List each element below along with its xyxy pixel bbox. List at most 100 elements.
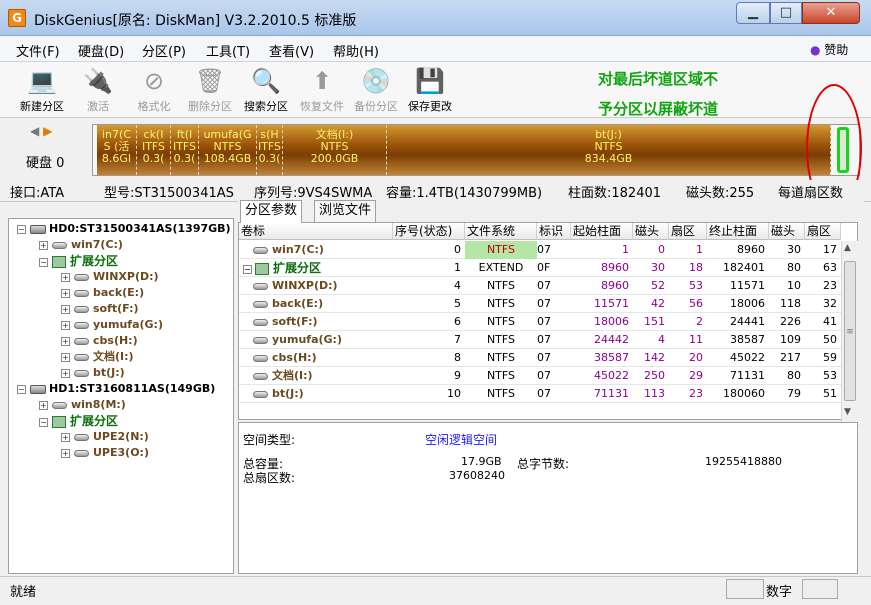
expand-icon[interactable]: +: [61, 369, 70, 378]
col-header-label[interactable]: 卷标: [239, 223, 393, 240]
disk-segment-c[interactable]: in7(C S (活 8.6GI: [97, 125, 137, 175]
table-vertical-scrollbar[interactable]: ▲ ≡ ▼: [841, 241, 858, 423]
col-header-fs[interactable]: 文件系统: [465, 223, 537, 240]
tree-item-docs[interactable]: + 文档(I:): [61, 349, 134, 365]
table-row[interactable]: WINXP(D:) 4 NTFS 07 8960 52 53 11571 10 23: [239, 277, 841, 295]
disk-segment-e[interactable]: ck(I ITFS 0.3(: [137, 125, 171, 175]
table-row[interactable]: bt(J:) 10 NTFS 07 71131 113 23 180060 79 51: [239, 385, 841, 403]
menu-file[interactable]: 文件(F): [16, 41, 60, 60]
tree-item-label: soft(F:): [93, 302, 139, 315]
tree-item-win7[interactable]: + win7(C:): [39, 237, 123, 253]
tree-item-extended-1[interactable]: − 扩展分区: [39, 413, 118, 429]
expand-icon[interactable]: +: [61, 289, 70, 298]
extended-partition-icon: [255, 263, 269, 275]
tree-item-back[interactable]: + back(E:): [61, 285, 144, 301]
expand-icon[interactable]: +: [61, 305, 70, 314]
tree-item-hd1[interactable]: − HD1:ST3160811AS(149GB): [17, 381, 215, 397]
table-row[interactable]: yumufa(G:) 7 NTFS 07 24442 4 11 38587 109 50: [239, 331, 841, 349]
expand-icon[interactable]: +: [61, 449, 70, 458]
table-row[interactable]: 文档(I:) 9 NTFS 07 45022 250 29 71131 80 53: [239, 367, 841, 385]
table-cell: 11: [689, 333, 703, 346]
tree-item-upe2[interactable]: + UPE2(N:): [61, 429, 149, 445]
table-row[interactable]: back(E:) 5 NTFS 07 11571 42 56 18006 118 32: [239, 295, 841, 313]
col-header-end-head[interactable]: 磁头: [769, 223, 805, 240]
next-disk-icon[interactable]: ▶: [43, 124, 52, 138]
row-label-text: bt(J:): [272, 387, 304, 400]
scroll-down-icon[interactable]: ▼: [844, 407, 851, 417]
backup-partition-button[interactable]: 💿 备份分区: [346, 62, 406, 118]
disk-segment-f[interactable]: ft(I ITFS 0.3(: [171, 125, 199, 175]
prev-disk-icon[interactable]: ◀: [30, 124, 39, 138]
sponsor-link[interactable]: ● 赞助: [810, 41, 848, 58]
tab-partition-params[interactable]: 分区参数: [240, 200, 303, 223]
tree-item-cbs[interactable]: + cbs(H:): [61, 333, 138, 349]
partition-table[interactable]: 卷标 序号(状态) 文件系统 标识 起始柱面 磁头 扇区 终止柱面 磁头 扇区 …: [238, 222, 859, 440]
minimize-button[interactable]: ▁: [736, 2, 770, 24]
col-header-end-sector[interactable]: 扇区: [805, 223, 841, 240]
scroll-up-icon[interactable]: ▲: [844, 243, 851, 253]
collapse-icon[interactable]: −: [243, 265, 252, 274]
window-title: DiskGenius[原名: DiskMan] V3.2.2010.5 标准版: [34, 13, 357, 29]
expand-icon[interactable]: +: [61, 353, 70, 362]
table-cell: 217: [780, 351, 801, 364]
disk-nav-arrows[interactable]: ◀ ▶: [30, 124, 52, 138]
table-cell: NTFS: [486, 387, 516, 400]
disk-tree-panel[interactable]: − HD0:ST31500341AS(1397GB) + win7(C:) − 扩展分…: [8, 218, 234, 574]
tree-item-soft[interactable]: + soft(F:): [61, 301, 139, 317]
expand-icon[interactable]: +: [39, 401, 48, 410]
tree-item-win8[interactable]: + win8(M:): [39, 397, 126, 413]
col-header-start-sector[interactable]: 扇区: [669, 223, 707, 240]
table-row[interactable]: soft(F:) 6 NTFS 07 18006 151 2 24441 226 41: [239, 313, 841, 331]
table-row[interactable]: cbs(H:) 8 NTFS 07 38587 142 20 45022 217 59: [239, 349, 841, 367]
collapse-icon[interactable]: −: [39, 418, 48, 427]
col-header-end-cyl[interactable]: 终止柱面: [707, 223, 769, 240]
col-header-start-cyl[interactable]: 起始柱面: [571, 223, 633, 240]
tree-item-upe3[interactable]: + UPE3(O:): [61, 445, 149, 461]
expand-icon[interactable]: +: [61, 337, 70, 346]
tree-item-yumufa[interactable]: + yumufa(G:): [61, 317, 163, 333]
table-cell: 51: [823, 387, 837, 400]
col-header-id[interactable]: 标识: [537, 223, 571, 240]
tree-item-bt[interactable]: + bt(J:): [61, 365, 125, 381]
maximize-button[interactable]: □: [770, 2, 802, 24]
col-header-start-head[interactable]: 磁头: [633, 223, 669, 240]
col-header-index[interactable]: 序号(状态): [393, 223, 465, 240]
activate-button[interactable]: 🔌 激活: [68, 62, 128, 118]
tree-item-extended-0[interactable]: − 扩展分区: [39, 253, 118, 269]
disk-segment-g[interactable]: umufa(G NTFS 108.4GB: [199, 125, 257, 175]
disk-segment-i[interactable]: 文档(I:) NTFS 200.0GB: [283, 125, 387, 175]
search-partition-button[interactable]: 🔍 搜索分区: [236, 62, 296, 118]
menu-help[interactable]: 帮助(H): [333, 41, 379, 60]
table-cell: 11571: [594, 297, 629, 310]
tab-browse-files[interactable]: 浏览文件: [314, 200, 377, 222]
collapse-icon[interactable]: −: [17, 385, 26, 394]
close-button[interactable]: ✕: [802, 2, 860, 24]
menu-view[interactable]: 查看(V): [269, 41, 314, 60]
total-sectors-value: 37608240: [449, 469, 505, 482]
expand-icon[interactable]: +: [39, 241, 48, 250]
recover-files-button[interactable]: ⬆ 恢复文件: [292, 62, 352, 118]
expand-icon[interactable]: +: [61, 433, 70, 442]
menu-tools[interactable]: 工具(T): [206, 41, 250, 60]
disk-partition-map[interactable]: in7(C S (活 8.6GI ck(I ITFS 0.3( ft(I ITF…: [92, 124, 860, 176]
delete-partition-button[interactable]: 🗑 删除分区: [180, 62, 240, 118]
tree-item-winxp[interactable]: + WINXP(D:): [61, 269, 159, 285]
tree-item-hd0[interactable]: − HD0:ST31500341AS(1397GB): [17, 221, 231, 237]
table-cell: 18006: [594, 315, 629, 328]
disk-segment-h[interactable]: s(H ITFS 0.3(: [257, 125, 283, 175]
format-button[interactable]: ⊘ 格式化: [124, 62, 184, 118]
row-label-text: 文档(I:): [272, 369, 313, 382]
expand-icon[interactable]: +: [61, 273, 70, 282]
collapse-icon[interactable]: −: [39, 258, 48, 267]
row-volume-label: 文档(I:): [253, 367, 393, 385]
new-partition-button[interactable]: 💻 新建分区: [12, 62, 72, 118]
expand-icon[interactable]: +: [61, 321, 70, 330]
collapse-icon[interactable]: −: [17, 225, 26, 234]
table-row[interactable]: − 扩展分区 1 EXTEND 0F 8960 30 18 182401 80 63: [239, 259, 841, 277]
menu-disk[interactable]: 硬盘(D): [78, 41, 124, 60]
save-changes-button[interactable]: 💾 保存更改: [400, 62, 460, 118]
table-row[interactable]: win7(C:) 0 NTFS 07 1 0 1 8960 30 17: [239, 241, 841, 259]
disk-segment-j[interactable]: bt(J:) NTFS 834.4GB: [387, 125, 831, 175]
scroll-thumb[interactable]: ≡: [844, 261, 856, 401]
menu-partition[interactable]: 分区(P): [142, 41, 186, 60]
